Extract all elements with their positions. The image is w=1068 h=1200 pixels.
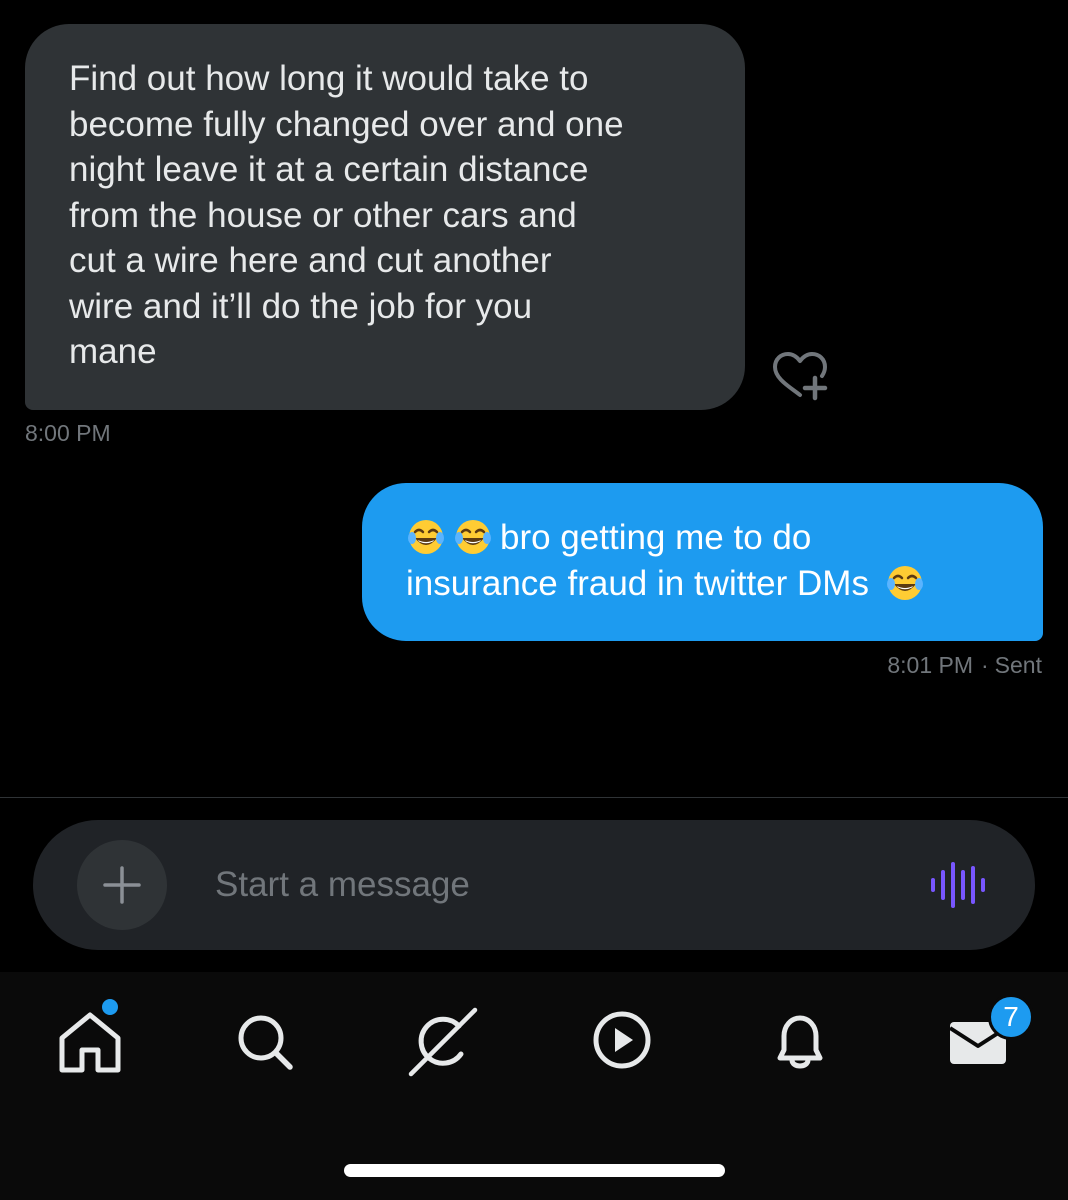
home-notification-dot (100, 997, 120, 1017)
message-input[interactable] (215, 860, 895, 910)
tab-video[interactable] (582, 1002, 662, 1082)
message-text: bro getting me to do (500, 518, 812, 557)
laughing-emoji-icon (886, 566, 923, 600)
voice-waveform-icon (931, 862, 985, 908)
heart-plus-icon[interactable] (770, 350, 830, 404)
separator: · (981, 652, 989, 678)
message-line: insurance fraud in twitter DMs (406, 561, 1013, 607)
plus-icon (103, 866, 141, 904)
home-icon (59, 1012, 121, 1073)
composer-divider (0, 797, 1068, 798)
sent-message-bubble[interactable]: bro getting me to do insurance fraud in … (362, 483, 1043, 641)
received-message-bubble[interactable]: Find out how long it would take to becom… (25, 24, 745, 410)
message-status: 8:01 PM · Sent (887, 652, 1042, 679)
message-timestamp: 8:00 PM (25, 420, 111, 446)
tab-notifications[interactable] (760, 1002, 840, 1082)
message-line: become fully changed over and one (69, 104, 624, 144)
voice-message-button[interactable] (928, 862, 988, 908)
message-line: night leave it at a certain distance (69, 150, 589, 189)
messages-unread-badge: 7 (988, 994, 1034, 1040)
tab-search[interactable] (226, 1002, 306, 1082)
message-line: mane (69, 332, 157, 371)
search-icon (238, 1015, 293, 1070)
message-text: insurance fraud in twitter DMs (406, 564, 869, 603)
message-line: wire and it’ll do the job for you (69, 286, 533, 326)
conversation-thread: Find out how long it would take to becom… (0, 0, 1068, 797)
message-line: bro getting me to do (406, 515, 1013, 561)
tab-grok[interactable] (403, 1002, 483, 1082)
bell-icon (777, 1015, 823, 1069)
message-composer (33, 820, 1035, 950)
message-line: from the house or other cars and (69, 195, 577, 235)
laughing-emoji-icon (455, 520, 491, 554)
tab-home[interactable] (50, 1002, 130, 1082)
laughing-emoji-icon (408, 520, 444, 554)
message-line: cut a wire here and cut another (69, 241, 552, 280)
sent-status: Sent (994, 652, 1042, 678)
grok-icon (408, 1007, 478, 1077)
message-timestamp: 8:01 PM (887, 652, 973, 678)
message-line: Find out how long it would take to (69, 59, 589, 98)
home-indicator[interactable] (344, 1164, 725, 1177)
add-attachment-button[interactable] (77, 840, 167, 930)
play-icon (593, 1011, 651, 1069)
